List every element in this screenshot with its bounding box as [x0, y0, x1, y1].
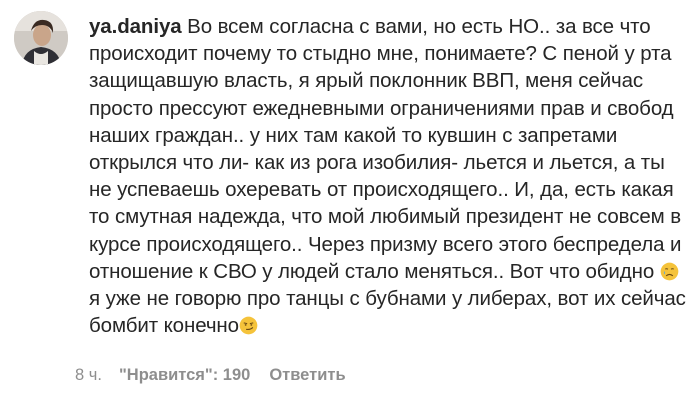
likes-count[interactable]: "Нравится": 190 [119, 366, 250, 385]
smirking-face-icon [239, 316, 258, 335]
reply-button[interactable]: Ответить [269, 366, 345, 385]
comment-timestamp: 8 ч. [75, 366, 102, 384]
comment-body: ya.daniya Во всем согласна с вами, но ес… [89, 13, 687, 339]
comment-text-part2: я уже не говорю про танцы с бубнами у ли… [89, 287, 692, 338]
comment-text-part1: Во всем согласна с вами, но есть НО.. за… [89, 15, 687, 283]
comment-text: ya.daniya Во всем согласна с вами, но ес… [89, 13, 687, 339]
comment-meta: 8 ч. "Нравится": 190 Ответить [75, 366, 346, 385]
avatar-image [14, 11, 68, 65]
crying-face-icon [660, 262, 679, 281]
comment: ya.daniya Во всем согласна с вами, но ес… [14, 11, 690, 411]
username-link[interactable]: ya.daniya [89, 15, 182, 38]
avatar[interactable] [14, 11, 68, 65]
